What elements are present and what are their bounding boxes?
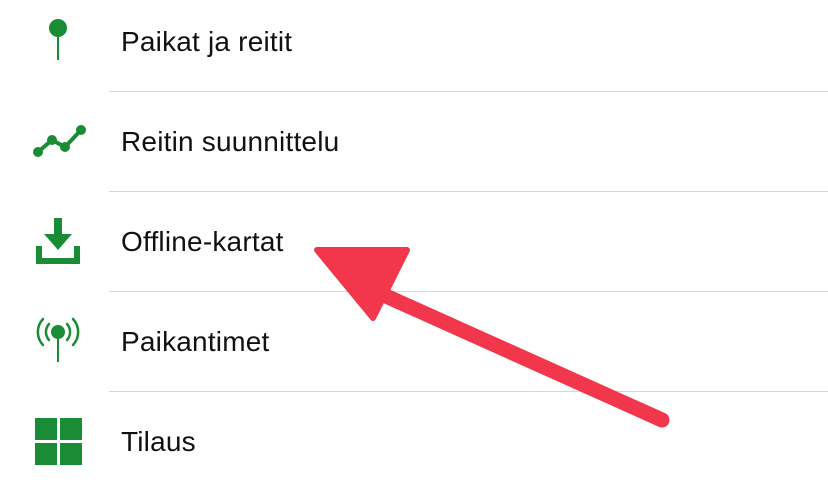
menu-item-label: Tilaus	[121, 426, 196, 457]
menu-item-offline-kartat[interactable]: Offline-kartat	[0, 192, 828, 292]
menu-item-paikantimet[interactable]: Paikantimet	[0, 292, 828, 392]
menu-item-label: Offline-kartat	[121, 226, 284, 257]
menu-item-paikat-ja-reitit[interactable]: Paikat ja reitit	[0, 0, 828, 92]
menu-item-label: Reitin suunnittelu	[121, 126, 340, 157]
menu-list: Paikat ja reitit Reitin suunnittelu Offl…	[0, 0, 828, 492]
map-pin-icon	[30, 14, 86, 70]
menu-item-label: Paikantimet	[121, 326, 270, 357]
tracker-signal-icon	[30, 314, 86, 370]
route-plan-icon	[30, 114, 86, 170]
menu-item-tilaus[interactable]: Tilaus	[0, 392, 828, 492]
grid-icon	[30, 414, 86, 470]
menu-item-reitin-suunnittelu[interactable]: Reitin suunnittelu	[0, 92, 828, 192]
menu-item-label: Paikat ja reitit	[121, 26, 293, 57]
download-icon	[30, 214, 86, 270]
